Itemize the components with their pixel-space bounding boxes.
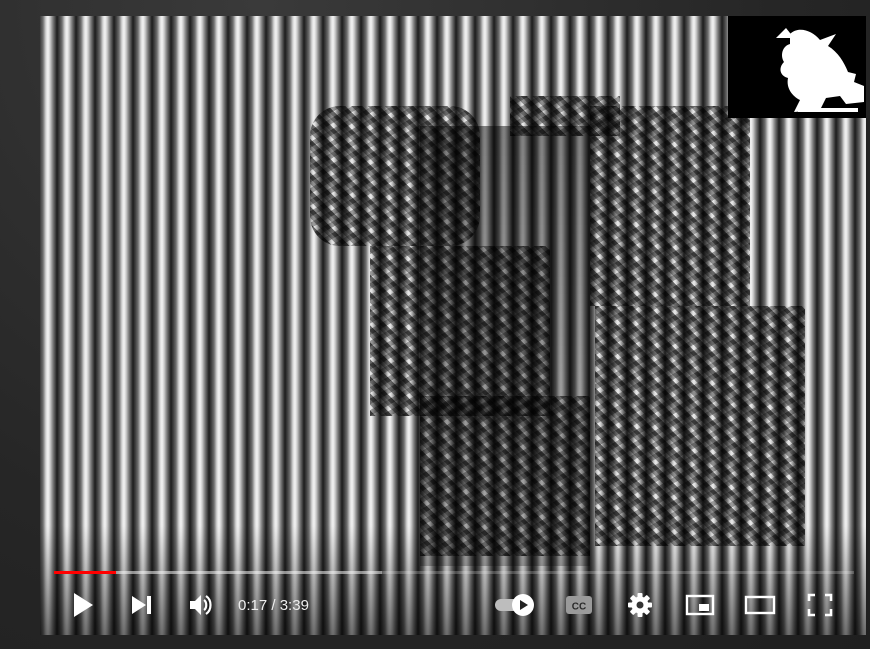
fullscreen-icon	[807, 593, 833, 617]
video-player[interactable]: 0:17 / 3:39 CC	[40, 16, 866, 635]
channel-watermark[interactable]	[728, 16, 866, 118]
gear-icon	[628, 593, 652, 617]
volume-icon	[190, 595, 212, 615]
time-separator: /	[267, 596, 280, 614]
time-current: 0:17	[238, 596, 268, 614]
play-icon	[74, 593, 93, 617]
play-button[interactable]	[62, 584, 104, 626]
closed-captions-icon: CC	[566, 596, 592, 614]
video-noise-region	[590, 106, 750, 306]
time-total: 3:39	[279, 596, 309, 614]
theater-mode-button[interactable]	[739, 584, 781, 626]
video-noise-region	[310, 106, 480, 246]
captions-button[interactable]: CC	[559, 584, 599, 626]
time-display: 0:17 / 3:39	[238, 584, 309, 626]
skip-next-icon	[132, 596, 151, 614]
video-noise-region	[595, 306, 805, 546]
fullscreen-button[interactable]	[800, 584, 840, 626]
svg-text:CC: CC	[572, 602, 586, 613]
player-controls: 0:17 / 3:39 CC	[40, 584, 866, 626]
witch-silhouette-icon	[776, 28, 864, 113]
mute-button[interactable]	[182, 584, 222, 626]
video-noise-region	[510, 96, 620, 136]
autoplay-toggle-icon	[495, 594, 534, 616]
progress-played	[54, 571, 117, 574]
theater-mode-icon	[744, 595, 776, 615]
autoplay-toggle[interactable]	[490, 584, 540, 626]
progress-bar[interactable]	[54, 571, 854, 574]
settings-button[interactable]	[619, 584, 661, 626]
video-noise-region	[370, 246, 550, 416]
next-button[interactable]	[122, 584, 162, 626]
miniplayer-button[interactable]	[680, 584, 720, 626]
miniplayer-icon	[685, 594, 715, 616]
